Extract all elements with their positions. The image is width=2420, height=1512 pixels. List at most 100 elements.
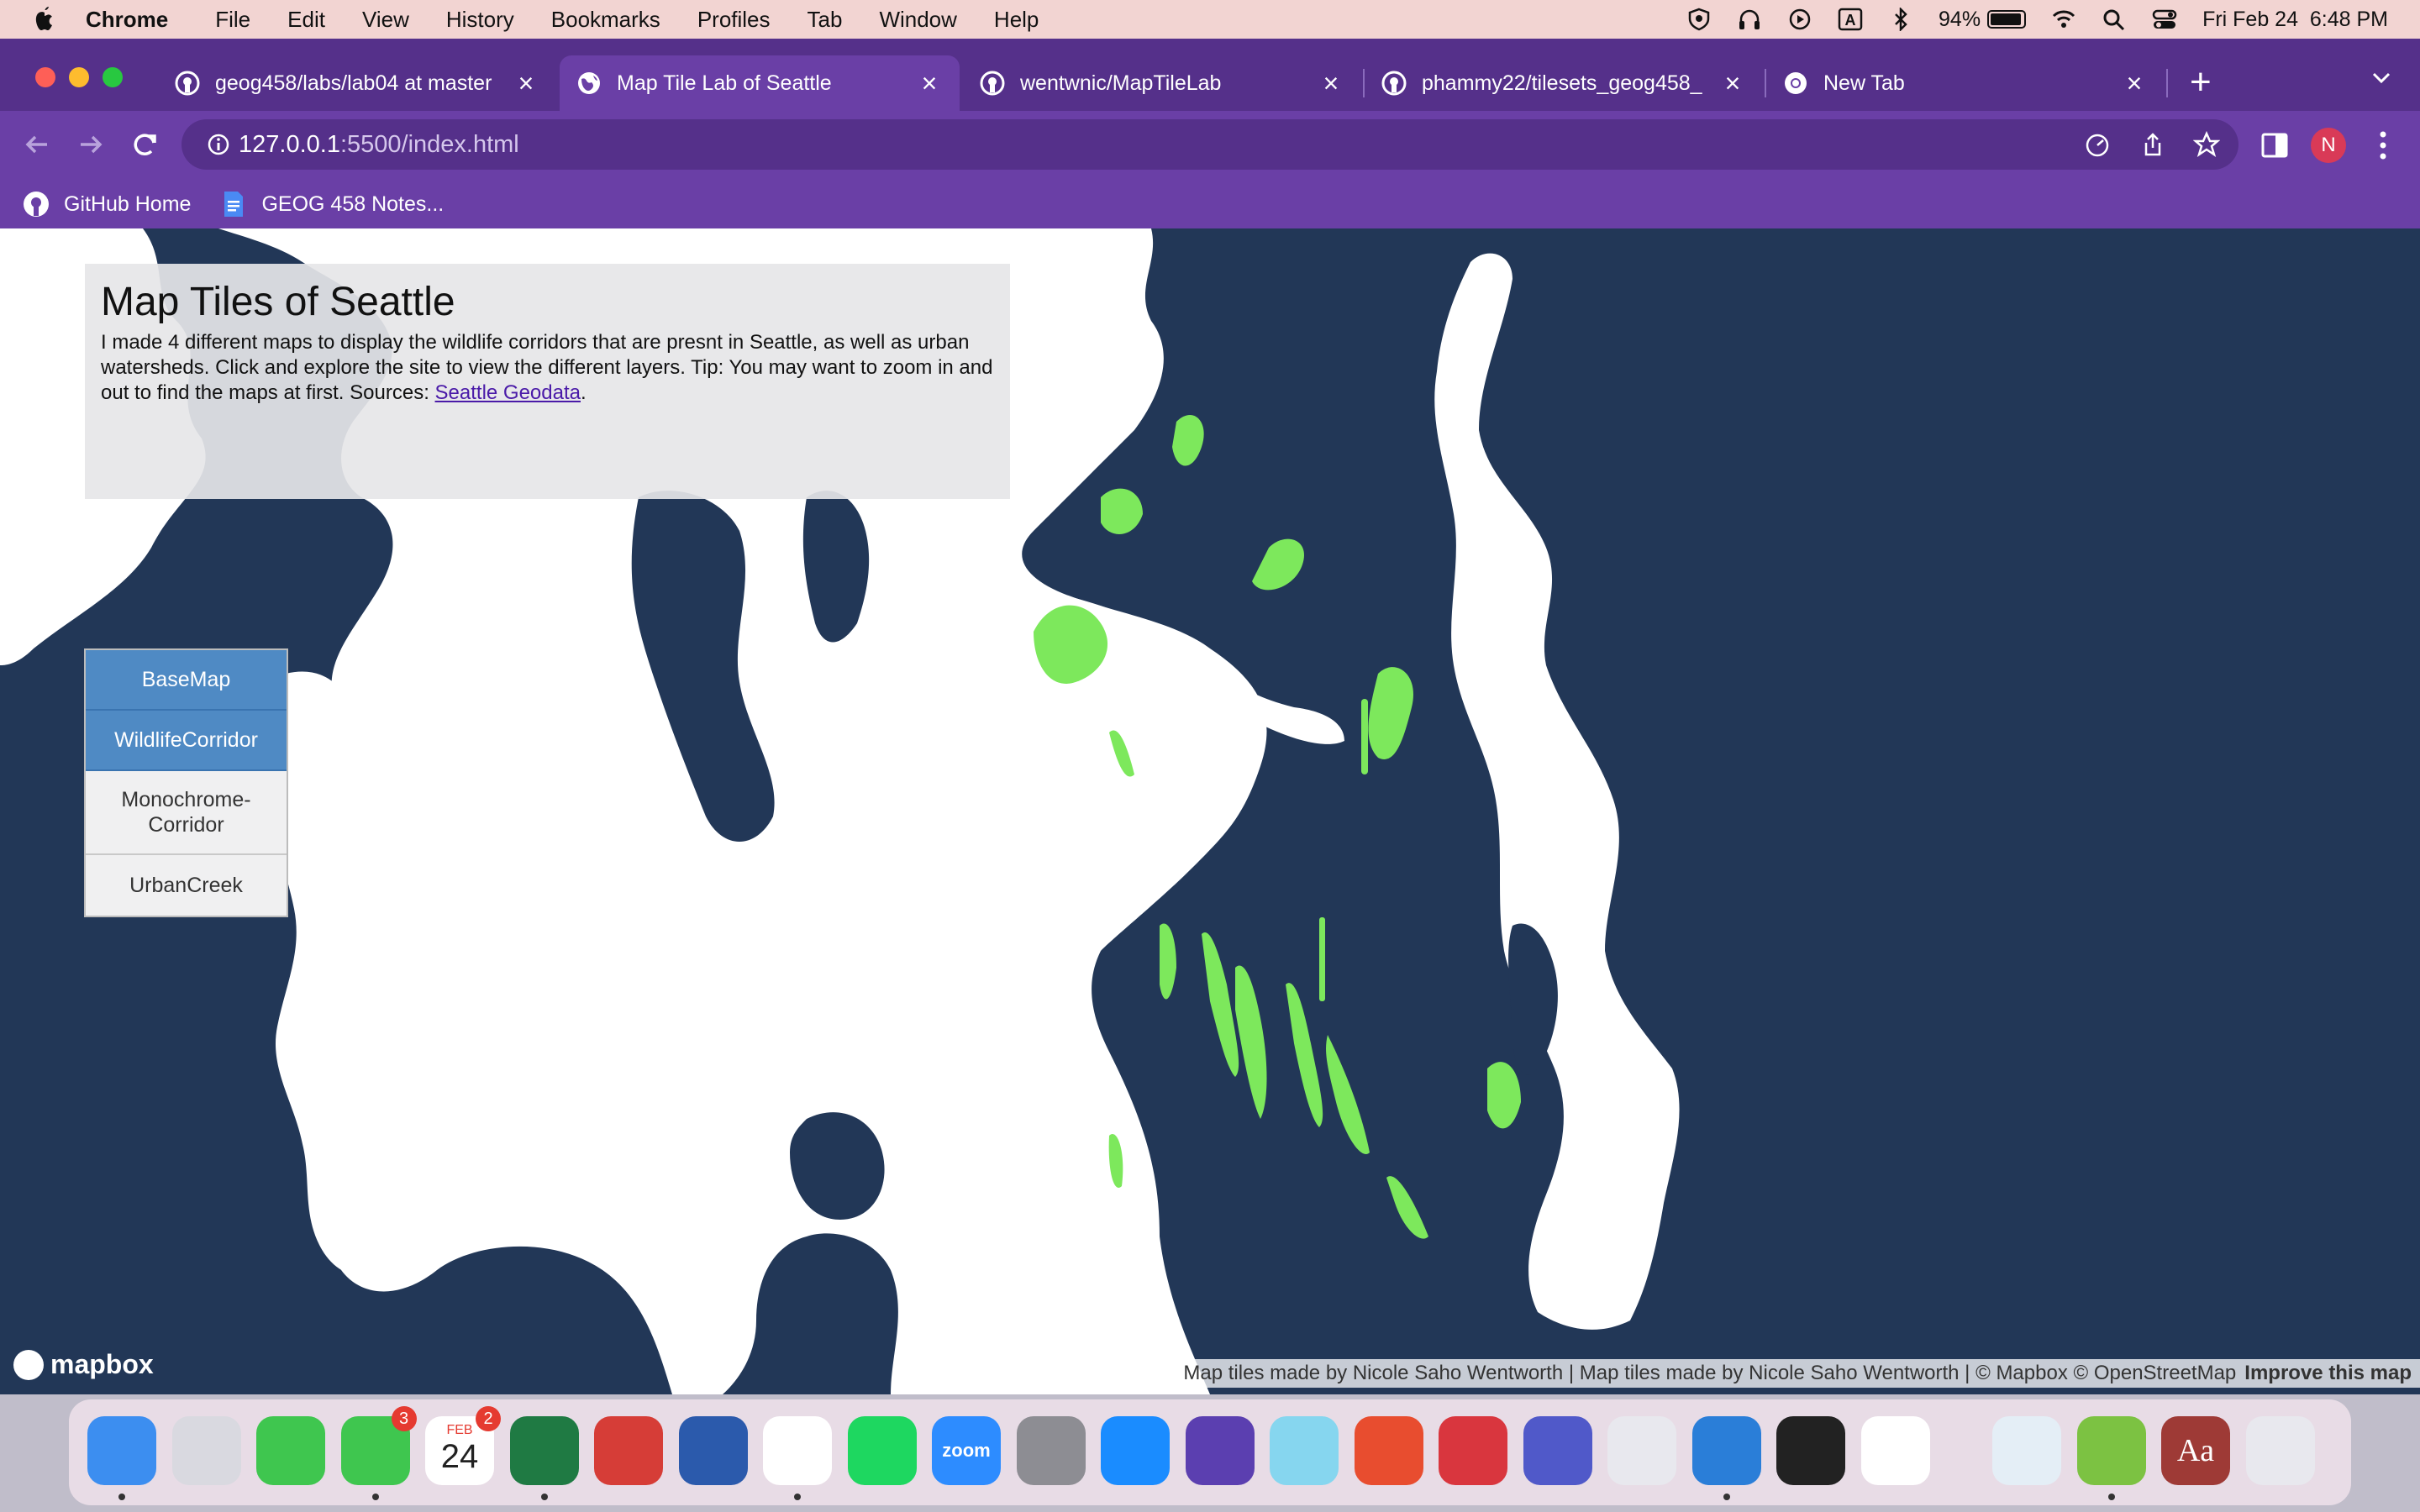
running-indicator <box>2107 1494 2115 1500</box>
dictionary-icon[interactable]: Aa <box>2161 1416 2230 1485</box>
battery-status[interactable]: 94% <box>1939 8 2027 32</box>
close-tab-icon[interactable]: × <box>1319 68 1343 99</box>
close-tab-icon[interactable]: × <box>918 68 941 99</box>
running-indicator <box>1723 1494 1730 1500</box>
map-info-panel: Map Tiles of Seattle I made 4 different … <box>85 264 1010 499</box>
control-center-icon[interactable] <box>2152 8 2177 31</box>
input-source-label: A <box>1845 12 1856 29</box>
url-path: :5500/index.html <box>339 131 519 158</box>
menu-bookmarks[interactable]: Bookmarks <box>551 7 660 33</box>
menu-history[interactable]: History <box>446 7 514 33</box>
play-icon[interactable] <box>1787 8 1812 31</box>
close-tab-icon[interactable]: × <box>2123 68 2146 99</box>
menu-help[interactable]: Help <box>994 7 1039 33</box>
browser-window-frame: geog458/labs/lab04 at master × Map Tile … <box>0 39 2420 228</box>
tab-search-chevron-down-icon[interactable] <box>2368 64 2395 91</box>
menu-edit[interactable]: Edit <box>287 7 325 33</box>
game-icon[interactable] <box>1270 1416 1339 1485</box>
launchpad-icon[interactable] <box>171 1416 241 1485</box>
close-tab-icon[interactable]: × <box>514 68 538 99</box>
address-bar[interactable]: 127.0.0.1:5500/index.html <box>182 119 2238 170</box>
spotlight-search-icon[interactable] <box>2102 8 2127 31</box>
finder-icon[interactable] <box>87 1416 156 1485</box>
apple-menu-icon[interactable] <box>32 5 57 34</box>
menu-view[interactable]: View <box>362 7 409 33</box>
excel-icon[interactable] <box>509 1416 579 1485</box>
close-window-button[interactable] <box>35 67 55 87</box>
bookmark-star-icon[interactable] <box>2193 131 2220 158</box>
security-icon[interactable] <box>1439 1416 1507 1485</box>
mapbox-logo[interactable]: mapbox <box>13 1349 154 1380</box>
battery-icon <box>1987 10 2027 29</box>
chrome-icon[interactable] <box>763 1416 832 1485</box>
remote-desktop-icon[interactable] <box>1354 1416 1423 1485</box>
layer-toggle-menu: BaseMap WildlifeCorridor Monochrome-Corr… <box>84 648 288 917</box>
page-title: Map Tiles of Seattle <box>101 280 455 324</box>
facetime-icon[interactable] <box>256 1416 325 1485</box>
more-menu-icon[interactable] <box>2375 126 2391 165</box>
back-arrow-icon[interactable] <box>20 128 54 161</box>
trash-icon[interactable] <box>2245 1416 2315 1485</box>
new-tab-button[interactable]: + <box>2190 64 2212 101</box>
layer-urbancreek-button[interactable]: UrbanCreek <box>86 855 287 916</box>
tab-title: New Tab <box>1823 71 1905 95</box>
spotify-icon[interactable] <box>847 1416 917 1485</box>
seattle-geodata-link[interactable]: Seattle Geodata <box>435 381 581 404</box>
terminal-icon[interactable] <box>1776 1416 1845 1485</box>
browser-toolbar: 127.0.0.1:5500/index.html N <box>0 111 2420 180</box>
layer-basemap-button[interactable]: BaseMap <box>86 650 287 711</box>
menubar-clock[interactable]: Fri Feb 24 6:48 PM <box>2202 8 2388 32</box>
preview-icon[interactable] <box>1992 1416 2061 1485</box>
share-icon[interactable] <box>2139 131 2166 158</box>
close-tab-icon[interactable]: × <box>1721 68 1744 99</box>
wifi-icon[interactable] <box>2051 8 2076 31</box>
profile-avatar[interactable]: N <box>2311 128 2346 163</box>
freeform-icon[interactable] <box>1860 1416 1930 1485</box>
tab-wentwnic-maptilelab[interactable]: wentwnic/MapTileLab × <box>963 55 1361 111</box>
tab-geog458-lab04[interactable]: geog458/labs/lab04 at master × <box>158 55 556 111</box>
zoom-window-button[interactable] <box>103 67 123 87</box>
mac-menu-bar: Chrome File Edit View History Bookmarks … <box>0 0 2420 39</box>
performance-gauge-icon[interactable] <box>2084 131 2111 158</box>
tab-phammy22-tilesets[interactable]: phammy22/tilesets_geog458_ × <box>1365 55 1763 111</box>
help-icon[interactable] <box>1607 1416 1676 1485</box>
site-info-icon[interactable] <box>207 133 230 156</box>
bookmark-geog458-notes[interactable]: GEOG 458 Notes... <box>219 190 444 218</box>
photo-booth-icon[interactable] <box>594 1416 663 1485</box>
qgis-icon[interactable] <box>2076 1416 2146 1485</box>
layer-monochrome-corridor-button[interactable]: Monochrome-Corridor <box>86 771 287 855</box>
menu-window[interactable]: Window <box>879 7 956 33</box>
system-preferences-icon[interactable] <box>1016 1416 1086 1485</box>
input-source-icon[interactable]: A <box>1838 8 1863 31</box>
imovie-icon[interactable] <box>1185 1416 1255 1485</box>
headphones-icon[interactable] <box>1737 8 1762 31</box>
tab-new-tab[interactable]: New Tab × <box>1766 55 2165 111</box>
vscode-icon[interactable] <box>1691 1416 1761 1485</box>
tab-title: geog458/labs/lab04 at master <box>215 71 492 95</box>
bookmark-github-home[interactable]: GitHub Home <box>22 190 191 218</box>
layer-wildlifecorridor-button[interactable]: WildlifeCorridor <box>86 711 287 771</box>
menu-profiles[interactable]: Profiles <box>697 7 771 33</box>
mapbox-wordmark: mapbox <box>50 1349 154 1379</box>
running-indicator <box>540 1494 548 1500</box>
address-url[interactable]: 127.0.0.1:5500/index.html <box>239 131 519 159</box>
attribution-text[interactable]: Map tiles made by Nicole Saho Wentworth … <box>1183 1359 2236 1388</box>
menu-tab[interactable]: Tab <box>808 7 843 33</box>
word-icon[interactable] <box>678 1416 748 1485</box>
map-canvas[interactable]: Map Tiles of Seattle I made 4 different … <box>0 228 2420 1394</box>
menu-file[interactable]: File <box>215 7 250 33</box>
running-indicator <box>118 1494 125 1500</box>
app-store-icon[interactable] <box>1101 1416 1170 1485</box>
tab-map-tile-lab[interactable]: Map Tile Lab of Seattle × <box>560 55 960 111</box>
reload-icon[interactable] <box>128 128 161 161</box>
improve-this-map-link[interactable]: Improve this map <box>2244 1359 2412 1388</box>
teams-icon[interactable] <box>1523 1416 1592 1485</box>
forward-arrow-icon[interactable] <box>74 128 108 161</box>
side-panel-icon[interactable] <box>2260 131 2289 160</box>
menu-app-chrome[interactable]: Chrome <box>86 7 168 33</box>
description-end: . <box>581 381 587 404</box>
bluetooth-icon[interactable] <box>1888 8 1913 31</box>
vpn-shield-icon[interactable] <box>1686 8 1712 31</box>
zoom-icon[interactable]: zoom <box>932 1416 1001 1485</box>
minimize-window-button[interactable] <box>69 67 89 87</box>
